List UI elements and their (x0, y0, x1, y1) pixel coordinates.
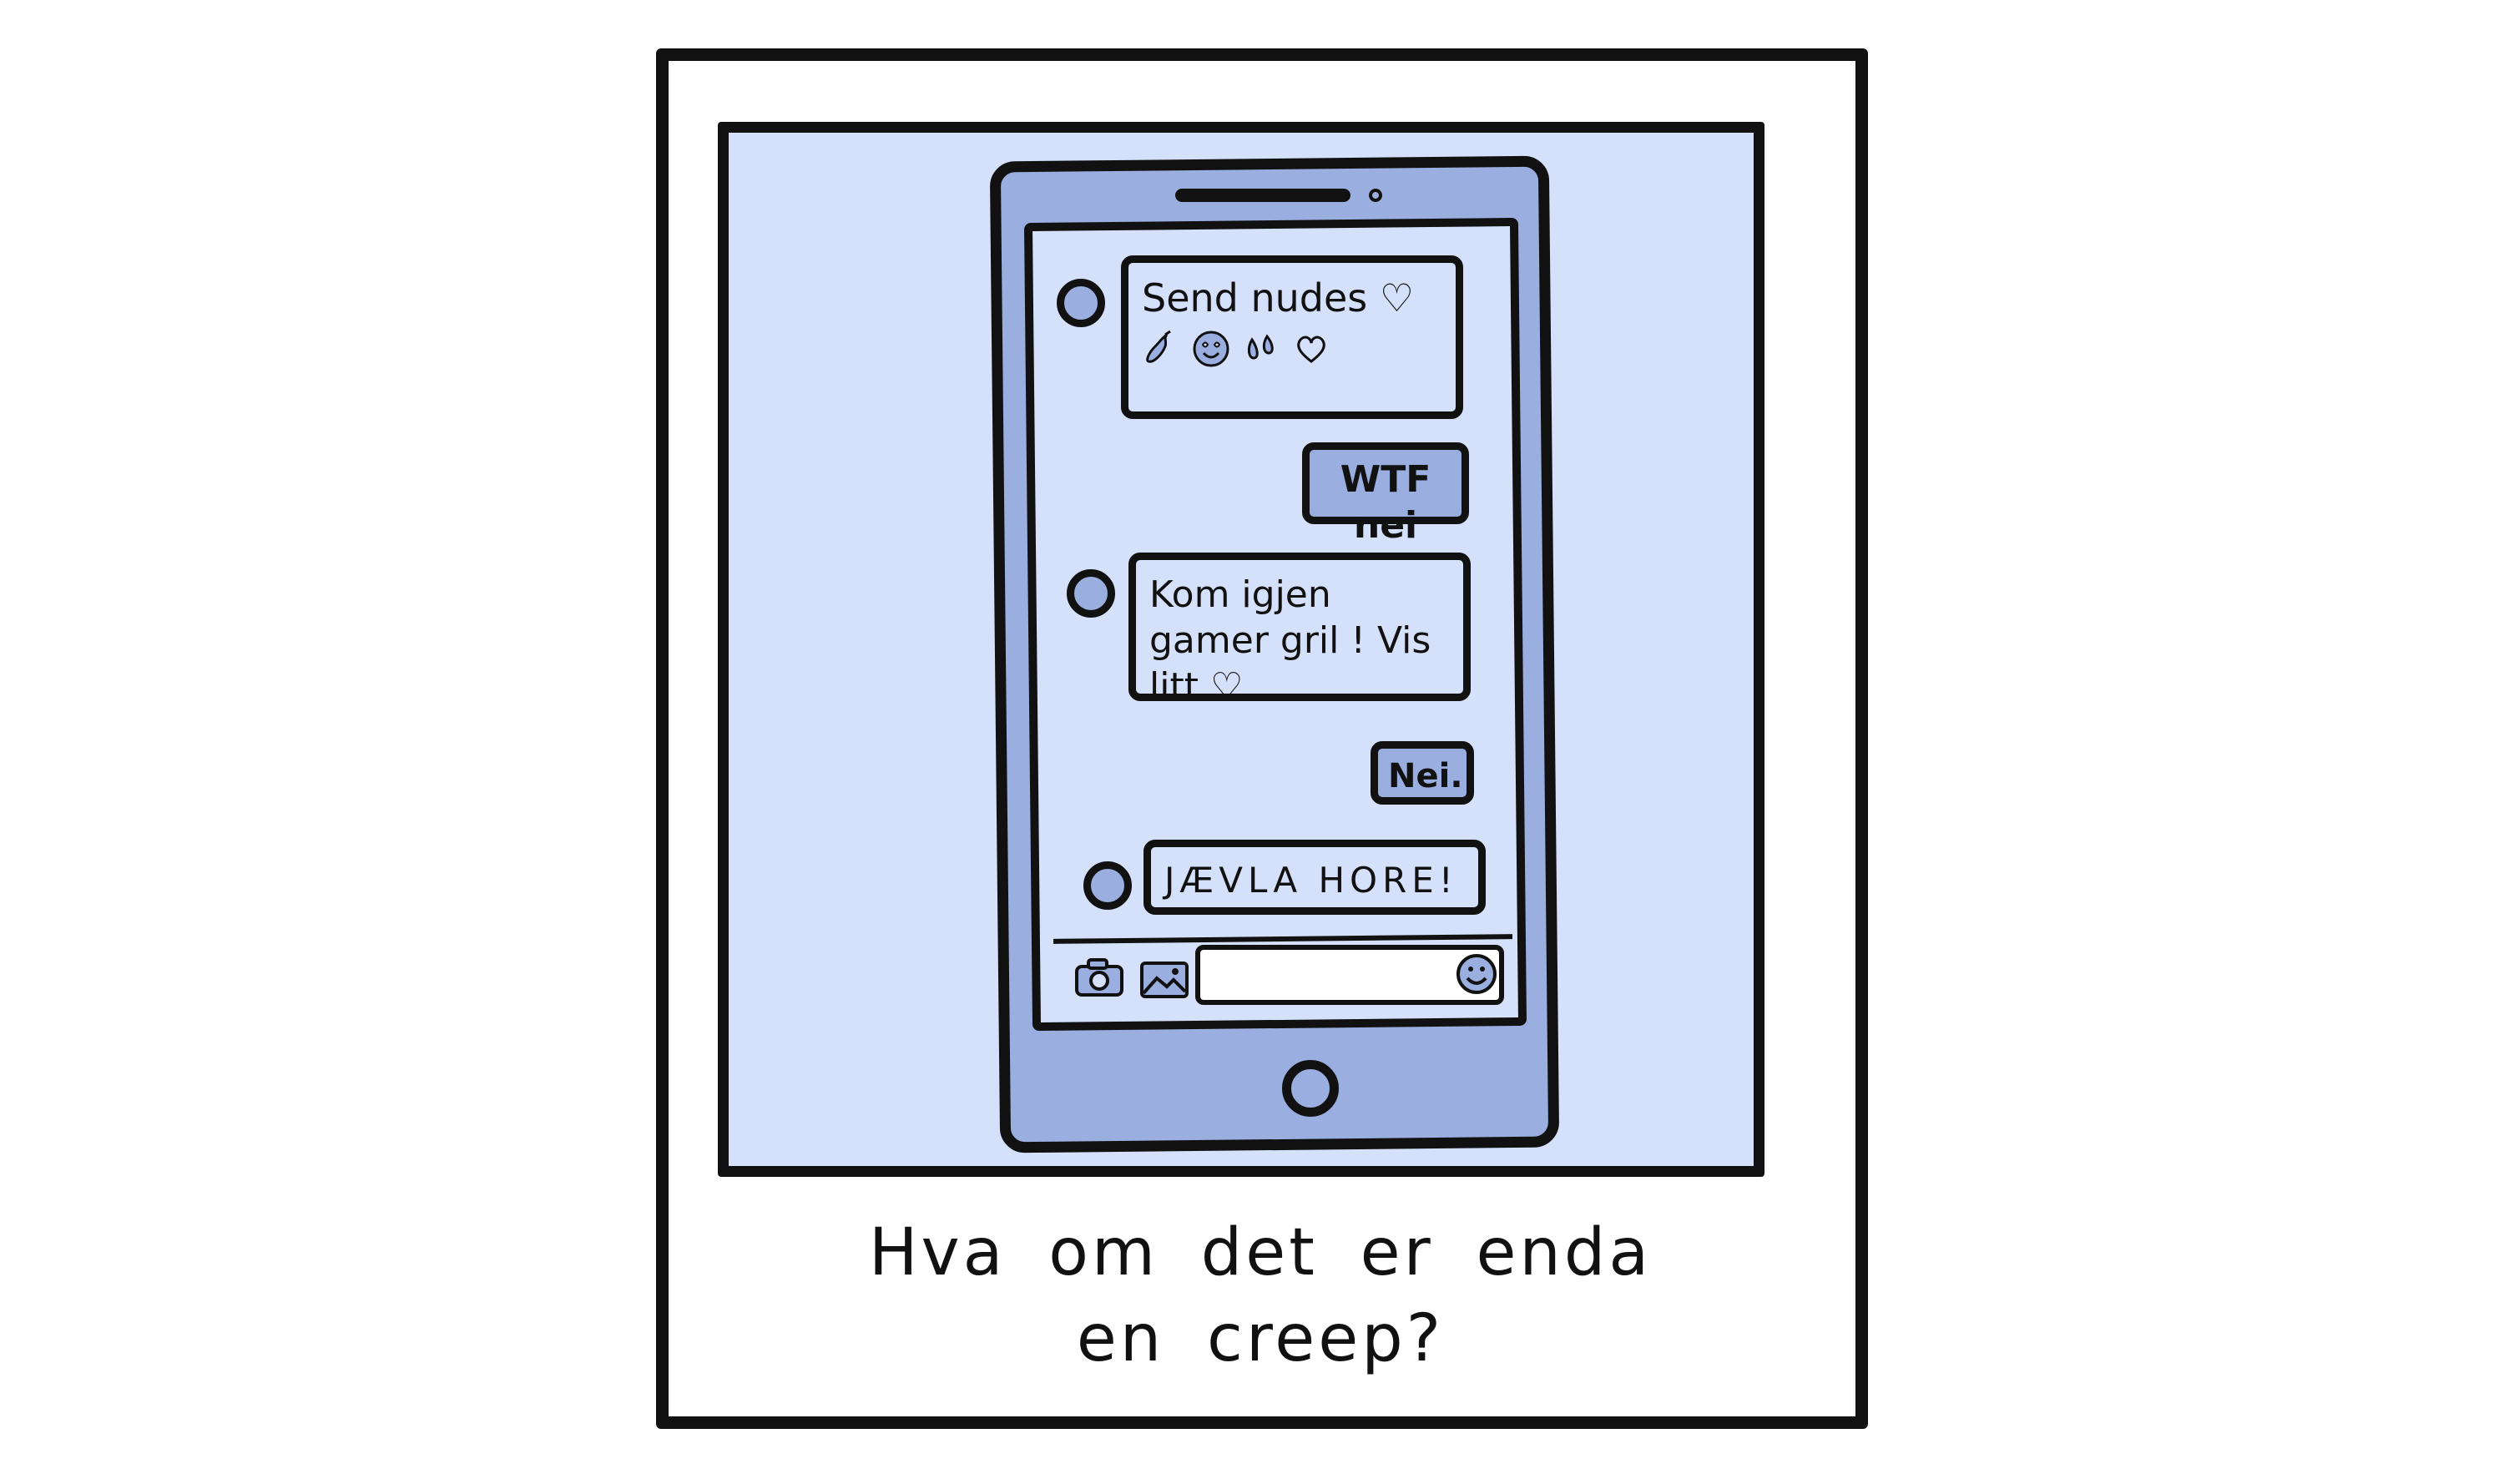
camera-icon[interactable] (1073, 957, 1125, 998)
heart-eyes-icon (1193, 331, 1229, 366)
emoji-row (1142, 330, 1442, 368)
sender-avatar (1067, 569, 1115, 618)
message-text: Nei. (1388, 757, 1463, 795)
message-text: Send nudes ♡ (1142, 275, 1415, 321)
sender-avatar (1057, 279, 1105, 327)
home-button[interactable] (1282, 1060, 1339, 1117)
phone-speaker (1175, 189, 1350, 202)
smiley-icon[interactable] (1454, 951, 1499, 997)
message-text: WTF nei (1340, 458, 1431, 547)
message-text: Kom igjen gamer gril ! Vis litt ♡ (1149, 573, 1431, 708)
gallery-icon[interactable] (1138, 960, 1190, 1002)
caption-text: Hva om det er enda en creep? (868, 1215, 1653, 1376)
message-bubble-incoming: Send nudes ♡ (1121, 255, 1463, 419)
eggplant-icon (1146, 330, 1171, 363)
heart-icon (1297, 336, 1325, 363)
message-bubble-outgoing: Nei. (1371, 741, 1474, 805)
message-bubble-incoming: Kom igjen gamer gril ! Vis litt ♡ (1128, 553, 1471, 708)
message-text: JÆVLA HORE! (1164, 860, 1458, 901)
sender-avatar (1083, 861, 1132, 910)
drops-icon (1247, 333, 1274, 360)
front-camera-icon (1369, 189, 1382, 202)
message-bubble-outgoing: WTF nei (1302, 442, 1469, 547)
message-bubble-incoming: JÆVLA HORE! (1143, 840, 1486, 915)
